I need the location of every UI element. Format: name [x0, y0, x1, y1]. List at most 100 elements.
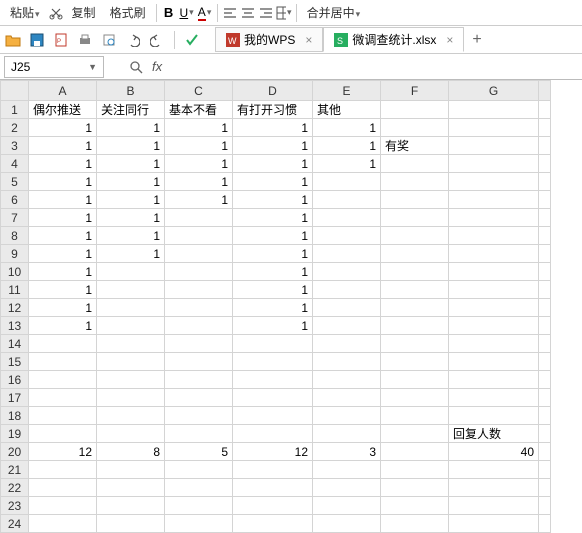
row-header-7[interactable]: 7: [1, 209, 29, 227]
cell-B20[interactable]: 8: [97, 443, 165, 461]
format-painter-button[interactable]: 格式刷: [104, 2, 152, 23]
cell-C18[interactable]: [165, 407, 233, 425]
cell-C14[interactable]: [165, 335, 233, 353]
cell-C9[interactable]: [165, 245, 233, 263]
cell-B14[interactable]: [97, 335, 165, 353]
cell-G24[interactable]: [449, 515, 539, 533]
cell-B9[interactable]: 1: [97, 245, 165, 263]
cell-A14[interactable]: [29, 335, 97, 353]
cell-G9[interactable]: [449, 245, 539, 263]
cell-A19[interactable]: [29, 425, 97, 443]
cell-E3[interactable]: 1: [313, 137, 381, 155]
cell-C15[interactable]: [165, 353, 233, 371]
cell-A24[interactable]: [29, 515, 97, 533]
cell-G6[interactable]: [449, 191, 539, 209]
cell-B12[interactable]: [97, 299, 165, 317]
cell-C6[interactable]: 1: [165, 191, 233, 209]
cell-A9[interactable]: 1: [29, 245, 97, 263]
cell-B4[interactable]: 1: [97, 155, 165, 173]
cell-D1[interactable]: 有打开习惯: [233, 101, 313, 119]
cell-F21[interactable]: [381, 461, 449, 479]
close-icon[interactable]: ×: [446, 33, 453, 47]
cell-F12[interactable]: [381, 299, 449, 317]
cut-icon[interactable]: [48, 5, 64, 21]
redo-icon[interactable]: [148, 31, 166, 49]
cell-C11[interactable]: [165, 281, 233, 299]
chevron-down-icon[interactable]: ▼: [88, 62, 97, 72]
cell-B23[interactable]: [97, 497, 165, 515]
tab-current-file[interactable]: S 微调查统计.xlsx ×: [323, 27, 464, 52]
cell-D22[interactable]: [233, 479, 313, 497]
cell-A20[interactable]: 12: [29, 443, 97, 461]
cell-D15[interactable]: [233, 353, 313, 371]
col-header-G[interactable]: G: [449, 81, 539, 101]
row-header-15[interactable]: 15: [1, 353, 29, 371]
row-header-22[interactable]: 22: [1, 479, 29, 497]
cell-F11[interactable]: [381, 281, 449, 299]
cell-F19[interactable]: [381, 425, 449, 443]
cell-D7[interactable]: 1: [233, 209, 313, 227]
row-header-5[interactable]: 5: [1, 173, 29, 191]
select-all-corner[interactable]: [1, 81, 29, 101]
cell-B5[interactable]: 1: [97, 173, 165, 191]
cell-F24[interactable]: [381, 515, 449, 533]
row-header-23[interactable]: 23: [1, 497, 29, 515]
cell-D8[interactable]: 1: [233, 227, 313, 245]
cell-C10[interactable]: [165, 263, 233, 281]
cell-F22[interactable]: [381, 479, 449, 497]
cell-A2[interactable]: 1: [29, 119, 97, 137]
close-icon[interactable]: ×: [305, 33, 312, 47]
bold-icon[interactable]: B: [161, 5, 177, 21]
cell-G8[interactable]: [449, 227, 539, 245]
cell-C12[interactable]: [165, 299, 233, 317]
row-header-12[interactable]: 12: [1, 299, 29, 317]
cell-F18[interactable]: [381, 407, 449, 425]
cell-E2[interactable]: 1: [313, 119, 381, 137]
row-header-14[interactable]: 14: [1, 335, 29, 353]
cell-B19[interactable]: [97, 425, 165, 443]
row-header-16[interactable]: 16: [1, 371, 29, 389]
cell-D18[interactable]: [233, 407, 313, 425]
tab-wps-home[interactable]: W 我的WPS ×: [215, 27, 323, 52]
cell-E6[interactable]: [313, 191, 381, 209]
cell-F20[interactable]: [381, 443, 449, 461]
cell-F10[interactable]: [381, 263, 449, 281]
col-header-E[interactable]: E: [313, 81, 381, 101]
cell-C4[interactable]: 1: [165, 155, 233, 173]
cell-G14[interactable]: [449, 335, 539, 353]
cell-G4[interactable]: [449, 155, 539, 173]
cell-C8[interactable]: [165, 227, 233, 245]
cell-A23[interactable]: [29, 497, 97, 515]
cell-E19[interactable]: [313, 425, 381, 443]
cell-G15[interactable]: [449, 353, 539, 371]
cell-G5[interactable]: [449, 173, 539, 191]
cell-D6[interactable]: 1: [233, 191, 313, 209]
cell-B1[interactable]: 关注同行: [97, 101, 165, 119]
row-header-2[interactable]: 2: [1, 119, 29, 137]
cell-A15[interactable]: [29, 353, 97, 371]
cell-E4[interactable]: 1: [313, 155, 381, 173]
row-header-9[interactable]: 9: [1, 245, 29, 263]
cell-A22[interactable]: [29, 479, 97, 497]
cell-A12[interactable]: 1: [29, 299, 97, 317]
cell-E15[interactable]: [313, 353, 381, 371]
cell-E21[interactable]: [313, 461, 381, 479]
cell-B22[interactable]: [97, 479, 165, 497]
cell-B2[interactable]: 1: [97, 119, 165, 137]
cell-F5[interactable]: [381, 173, 449, 191]
cell-D23[interactable]: [233, 497, 313, 515]
cell-A6[interactable]: 1: [29, 191, 97, 209]
cell-F16[interactable]: [381, 371, 449, 389]
col-header-F[interactable]: F: [381, 81, 449, 101]
cell-C3[interactable]: 1: [165, 137, 233, 155]
cell-B24[interactable]: [97, 515, 165, 533]
cell-G20[interactable]: 40: [449, 443, 539, 461]
cell-F13[interactable]: [381, 317, 449, 335]
cell-F2[interactable]: [381, 119, 449, 137]
copy-button[interactable]: 复制: [66, 2, 102, 23]
row-header-4[interactable]: 4: [1, 155, 29, 173]
zoom-icon[interactable]: [128, 59, 144, 75]
new-tab-button[interactable]: +: [464, 28, 489, 52]
cell-G22[interactable]: [449, 479, 539, 497]
cell-D10[interactable]: 1: [233, 263, 313, 281]
